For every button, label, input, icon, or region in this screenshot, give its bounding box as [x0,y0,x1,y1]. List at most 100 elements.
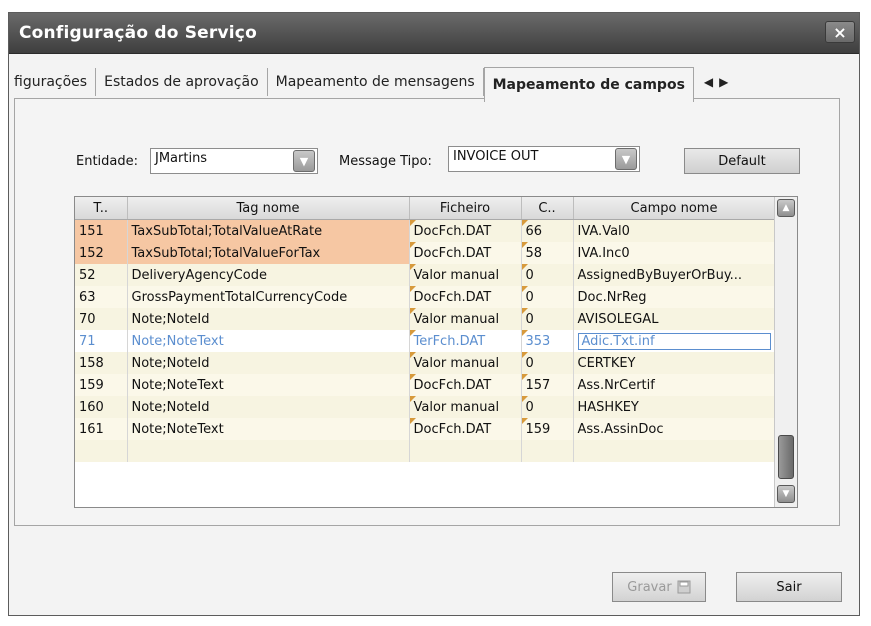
cell-t[interactable]: 160 [75,396,128,418]
tab-mapeamento-mensagens[interactable]: Mapeamento de mensagens [268,68,484,96]
cell-campo[interactable]: IVA.Val0 [573,219,776,242]
cell-tag[interactable]: Note;NoteId [127,352,410,374]
cell-tag[interactable]: DeliveryAgencyCode [127,264,410,286]
gravar-button[interactable]: Gravar [612,572,706,602]
table-row[interactable]: 161 Note;NoteText DocFch.DAT 159 Ass.Ass… [75,418,776,440]
column-header-t[interactable]: T.. [75,197,128,220]
cell-c[interactable]: 0 [521,308,574,330]
cell-t[interactable]: 63 [75,286,128,308]
cell-ficheiro-text: DocFch.DAT [413,245,492,261]
cell-ficheiro[interactable]: DocFch.DAT [409,374,522,396]
cell-c-text: 157 [525,377,551,393]
scroll-up-icon[interactable]: ▲ [777,199,795,217]
cell-ficheiro[interactable]: DocFch.DAT [409,418,522,440]
cell-t[interactable]: 161 [75,418,128,440]
cell-tag[interactable]: Note;NoteText [127,330,410,352]
cell-empty[interactable] [409,440,522,462]
edit-marker-icon [409,374,416,381]
cell-c[interactable]: 0 [521,396,574,418]
table-row[interactable]: 160 Note;NoteId Valor manual 0 HASHKEY [75,396,776,418]
cell-t[interactable]: 71 [75,330,128,352]
tab-scroll-right-icon[interactable]: ▶ [719,75,728,89]
cell-ficheiro[interactable]: Valor manual [409,264,522,286]
table-row-empty[interactable] [75,440,776,462]
cell-c[interactable]: 353 [521,330,574,352]
chevron-down-icon[interactable]: ▼ [293,150,315,172]
cell-ficheiro[interactable]: Valor manual [409,352,522,374]
cell-c[interactable]: 0 [521,286,574,308]
cell-ficheiro[interactable]: DocFch.DAT [409,286,522,308]
cell-ficheiro[interactable]: DocFch.DAT [409,219,522,242]
cell-empty[interactable] [573,440,776,462]
title-bar[interactable]: Configuração do Serviço × [9,13,859,54]
cell-empty[interactable] [521,440,574,462]
column-header-c[interactable]: C.. [521,197,574,220]
chevron-down-icon[interactable]: ▼ [615,148,637,170]
cell-t[interactable]: 70 [75,308,128,330]
cell-tag[interactable]: Note;NoteId [127,308,410,330]
cell-tag[interactable]: GrossPaymentTotalCurrencyCode [127,286,410,308]
edit-marker-icon [409,308,416,315]
cell-tag[interactable]: Note;NoteText [127,418,410,440]
table-row[interactable]: 158 Note;NoteId Valor manual 0 CERTKEY [75,352,776,374]
default-button[interactable]: Default [684,148,800,174]
column-header-ficheiro[interactable]: Ficheiro [409,197,522,220]
table-row[interactable]: 152 TaxSubTotal;TotalValueForTax DocFch.… [75,242,776,264]
cell-c[interactable]: 0 [521,352,574,374]
cell-campo[interactable]: AVISOLEGAL [573,308,776,330]
scroll-down-icon[interactable]: ▼ [777,485,795,503]
sair-button[interactable]: Sair [736,572,842,602]
tab-label: Mapeamento de mensagens [275,74,475,90]
table-row[interactable]: 52 DeliveryAgencyCode Valor manual 0 Ass… [75,264,776,286]
cell-c-text: 353 [525,333,551,349]
tab-configuracoes[interactable]: figurações [14,68,97,96]
column-header-tag-nome[interactable]: Tag nome [127,197,410,220]
tab-scroll-left-icon[interactable]: ◀ [704,75,713,89]
table-row[interactable]: 70 Note;NoteId Valor manual 0 AVISOLEGAL [75,308,776,330]
cell-t[interactable]: 159 [75,374,128,396]
message-tipo-select[interactable]: INVOICE OUT ▼ [448,146,640,172]
cell-ficheiro[interactable]: DocFch.DAT [409,242,522,264]
edit-marker-icon [521,220,528,227]
campo-edit-field[interactable]: Adic.Txt.inf [577,332,771,350]
cell-empty[interactable] [75,440,128,462]
cell-campo[interactable]: Ass.NrCertif [573,374,776,396]
table-row[interactable]: 151 TaxSubTotal;TotalValueAtRate DocFch.… [75,219,776,242]
cell-ficheiro-text: DocFch.DAT [413,377,492,393]
table-row[interactable]: 159 Note;NoteText DocFch.DAT 157 Ass.NrC… [75,374,776,396]
grid-header: T.. Tag nome Ficheiro C.. Campo nome [75,197,776,220]
cell-campo[interactable]: IVA.Inc0 [573,242,776,264]
cell-campo[interactable]: CERTKEY [573,352,776,374]
cell-c[interactable]: 159 [521,418,574,440]
cell-tag[interactable]: Note;NoteText [127,374,410,396]
cell-t[interactable]: 151 [75,219,128,242]
cell-c[interactable]: 58 [521,242,574,264]
cell-tag[interactable]: TaxSubTotal;TotalValueAtRate [127,219,410,242]
cell-empty[interactable] [127,440,410,462]
close-button[interactable]: × [825,21,855,43]
column-header-campo-nome[interactable]: Campo nome [573,197,776,220]
table-row-selected[interactable]: 71 Note;NoteText TerFch.DAT 353 Adic.Txt… [75,330,776,352]
cell-tag[interactable]: Note;NoteId [127,396,410,418]
cell-c[interactable]: 66 [521,219,574,242]
cell-campo[interactable]: AssignedByBuyerOrBuy... [573,264,776,286]
cell-campo[interactable]: HASHKEY [573,396,776,418]
cell-campo[interactable]: Adic.Txt.inf [573,330,776,352]
cell-ficheiro[interactable]: Valor manual [409,396,522,418]
cell-t[interactable]: 158 [75,352,128,374]
cell-t[interactable]: 152 [75,242,128,264]
cell-t[interactable]: 52 [75,264,128,286]
cell-c[interactable]: 157 [521,374,574,396]
tab-mapeamento-campos[interactable]: Mapeamento de campos [483,66,694,102]
cell-tag[interactable]: TaxSubTotal;TotalValueForTax [127,242,410,264]
cell-campo[interactable]: Doc.NrReg [573,286,776,308]
cell-ficheiro[interactable]: Valor manual [409,308,522,330]
entidade-select[interactable]: JMartins ▼ [150,148,318,174]
vertical-scrollbar[interactable]: ▲ ▼ [774,197,797,507]
table-row[interactable]: 63 GrossPaymentTotalCurrencyCode DocFch.… [75,286,776,308]
tab-estados-aprovacao[interactable]: Estados de aprovação [96,68,268,96]
scroll-thumb[interactable] [778,435,794,479]
cell-c[interactable]: 0 [521,264,574,286]
cell-ficheiro[interactable]: TerFch.DAT [409,330,522,352]
cell-campo[interactable]: Ass.AssinDoc [573,418,776,440]
